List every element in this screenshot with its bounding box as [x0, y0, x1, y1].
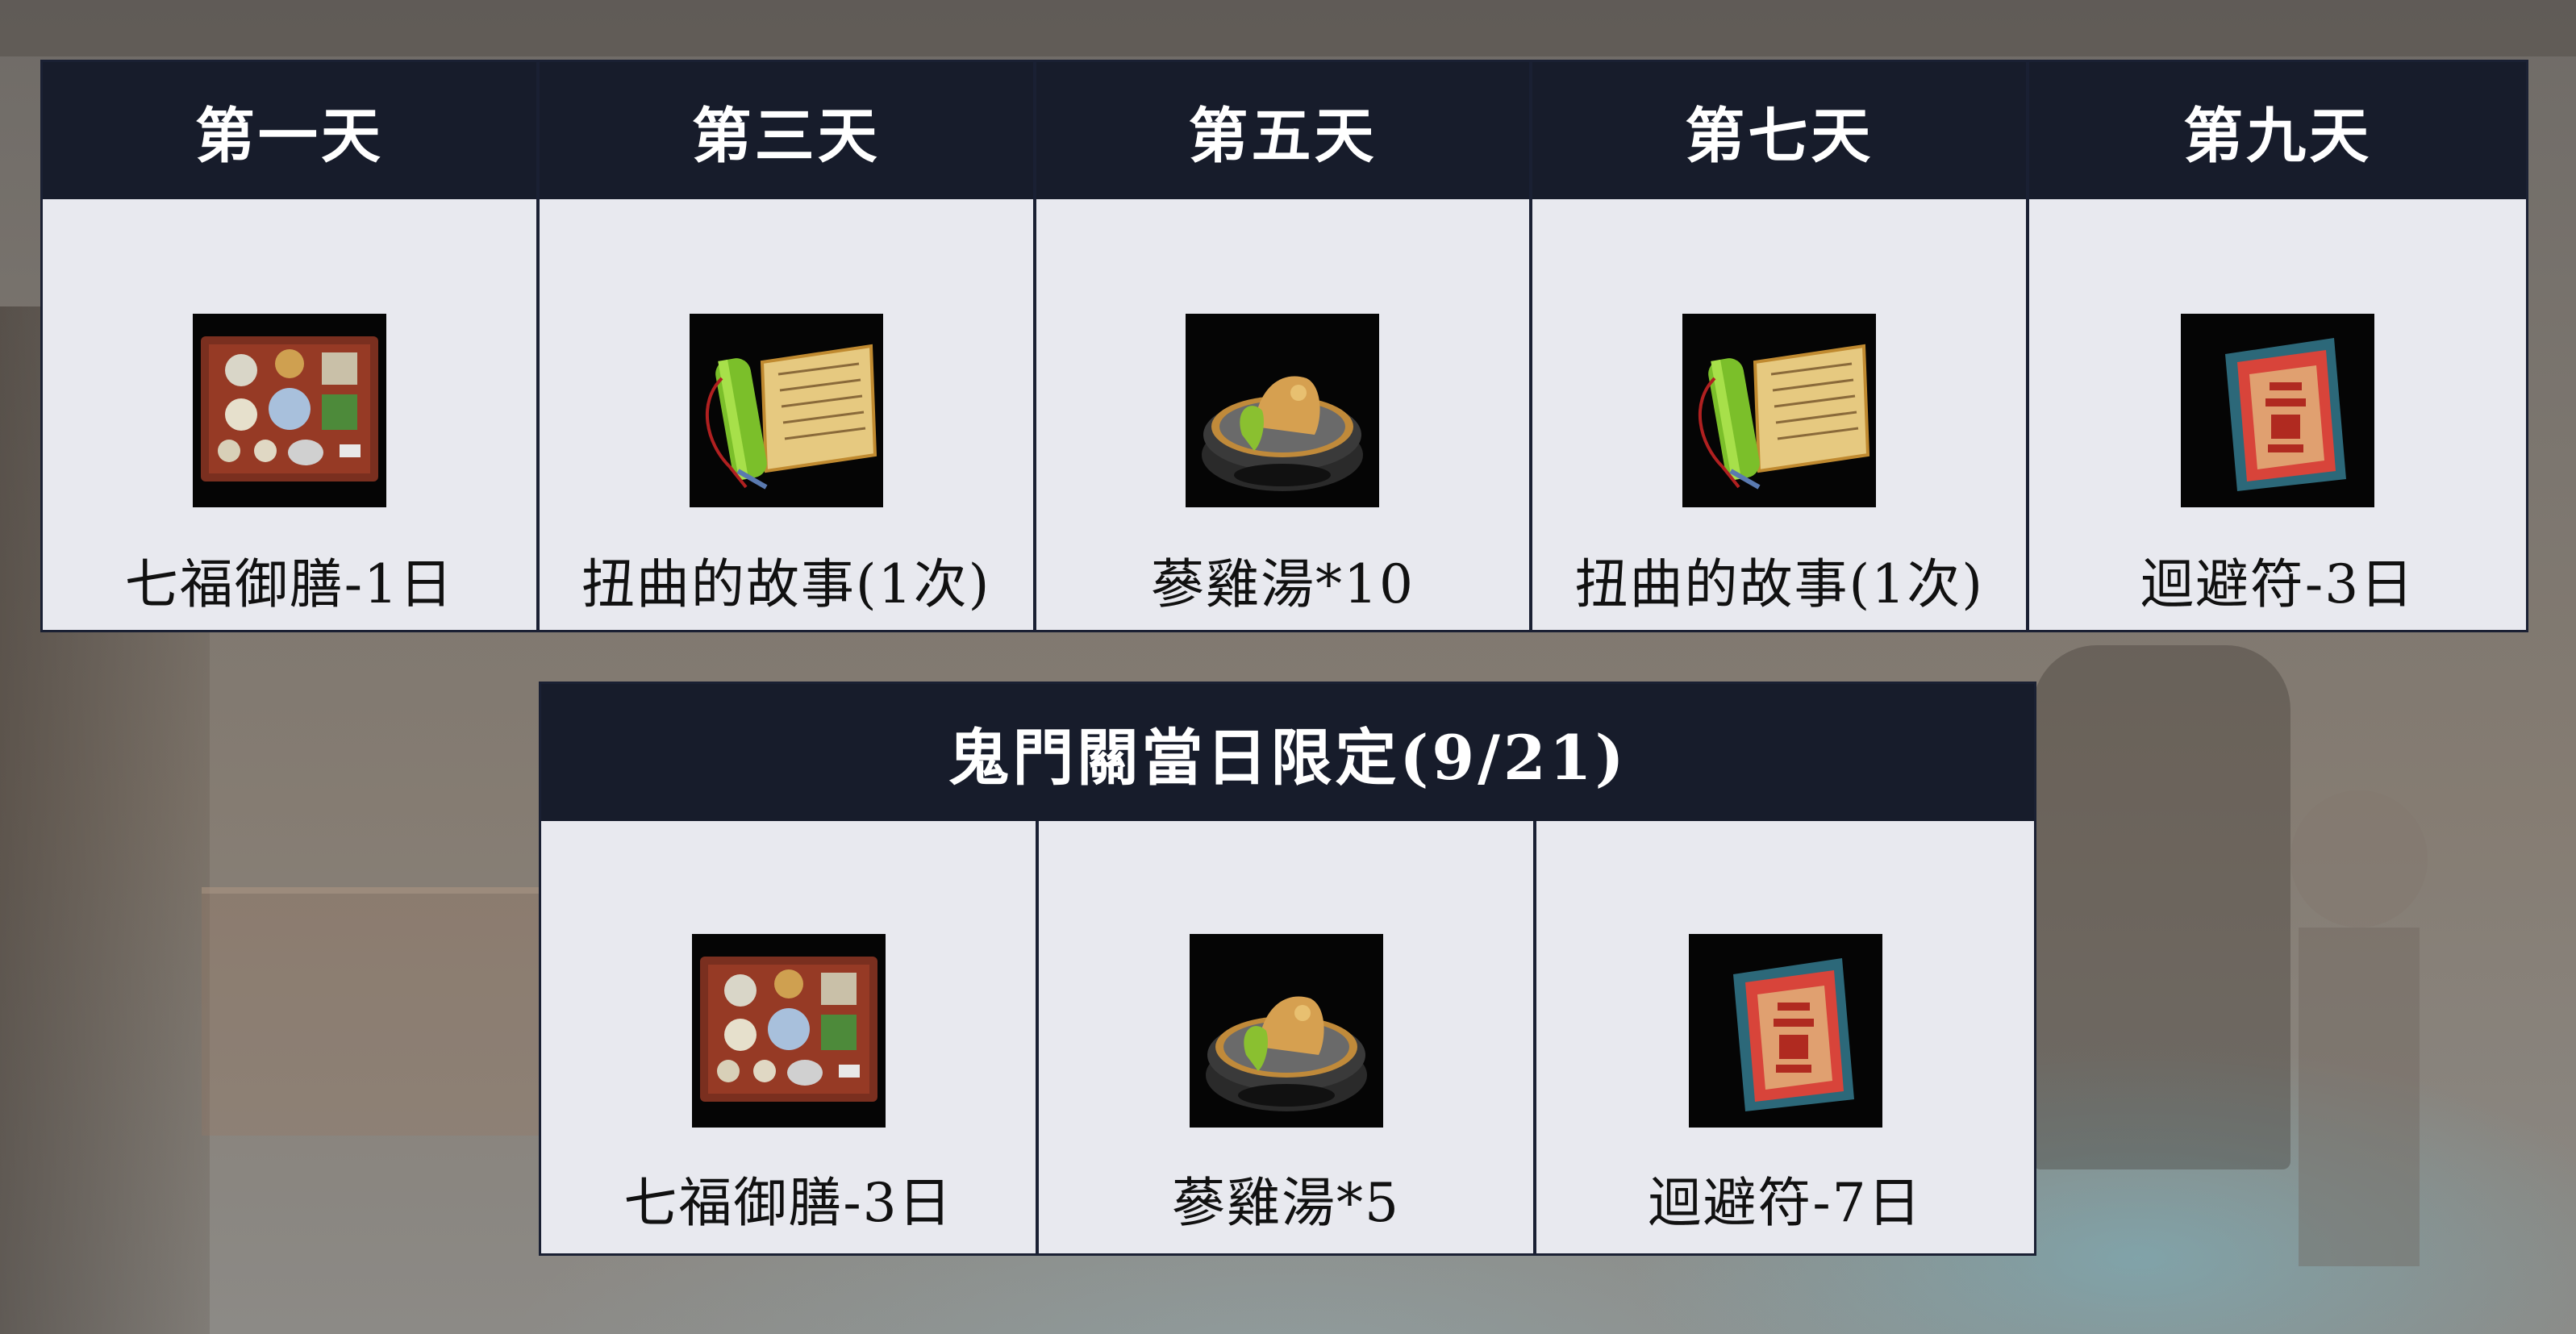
reward-item-label: 扭曲的故事(1次): [1574, 553, 1985, 615]
scroll-icon: [1682, 314, 1877, 507]
reward-column-day-7: 第七天 扭曲的故事(1次): [1532, 62, 2030, 630]
special-rewards-row: 七福御膳-3日 蔘雞湯*5 迴避符-7日: [541, 821, 2034, 1253]
reward-cell: 迴避符-7日: [1536, 821, 2034, 1253]
reward-item-label: 扭曲的故事(1次): [581, 553, 991, 615]
background-stone-sphere: [2290, 790, 2428, 928]
background-stone-block: [202, 887, 540, 1136]
special-day-title: 鬼門關當日限定(9/21): [541, 684, 2034, 821]
day-header: 第三天: [539, 62, 1033, 199]
reward-column-day-5: 第五天 蔘雞湯*10: [1036, 62, 1533, 630]
reward-cell: 扭曲的故事(1次): [540, 199, 1033, 630]
ginseng-chicken-soup-icon: [1189, 934, 1383, 1128]
talisman-icon: [1688, 934, 1882, 1128]
day-header: 第五天: [1036, 62, 1530, 199]
reward-item-label: 迴避符-7日: [1648, 1172, 1923, 1234]
reward-cell: 蔘雞湯*10: [1036, 199, 1530, 630]
day-header: 第一天: [43, 62, 536, 199]
reward-cell: 蔘雞湯*5: [1039, 821, 1533, 1253]
reward-cell: 七福御膳-3日: [541, 821, 1036, 1253]
reward-item-label: 七福御膳-1日: [124, 553, 455, 615]
reward-item-label: 蔘雞湯*5: [1172, 1172, 1400, 1234]
reward-column-day-1: 第一天 七福御膳-1日: [43, 62, 540, 630]
reward-cell: 扭曲的故事(1次): [1532, 199, 2026, 630]
special-day-rewards-table: 鬼門關當日限定(9/21) 七福御膳-3日 蔘雞湯*5 迴避符-7日: [539, 682, 2036, 1256]
reward-cell: 七福御膳-1日: [43, 199, 536, 630]
day-header: 第九天: [2029, 62, 2526, 199]
background-column: [2299, 928, 2420, 1266]
feast-tray-icon: [691, 934, 886, 1128]
day-header: 第七天: [1532, 62, 2027, 199]
reward-item-label: 七福御膳-3日: [623, 1172, 953, 1234]
background-statue: [2032, 645, 2290, 1169]
daily-rewards-table: 第一天 七福御膳-1日 第三天 扭曲的故事(1次) 第五天 蔘雞湯*10 第七天: [40, 60, 2528, 632]
reward-cell: 迴避符-3日: [2029, 199, 2526, 630]
reward-column-day-3: 第三天 扭曲的故事(1次): [539, 62, 1036, 630]
ginseng-chicken-soup-icon: [1186, 314, 1380, 507]
special-reward-column: 迴避符-7日: [1536, 821, 2034, 1253]
special-reward-column: 七福御膳-3日: [541, 821, 1039, 1253]
background-wall: [0, 0, 2576, 56]
reward-item-label: 蔘雞湯*10: [1151, 553, 1415, 615]
reward-item-label: 迴避符-3日: [2140, 553, 2416, 615]
special-reward-column: 蔘雞湯*5: [1039, 821, 1536, 1253]
reward-column-day-9: 第九天 迴避符-3日: [2029, 62, 2526, 630]
scroll-icon: [689, 314, 883, 507]
talisman-icon: [2181, 314, 2375, 507]
feast-tray-icon: [192, 314, 386, 507]
